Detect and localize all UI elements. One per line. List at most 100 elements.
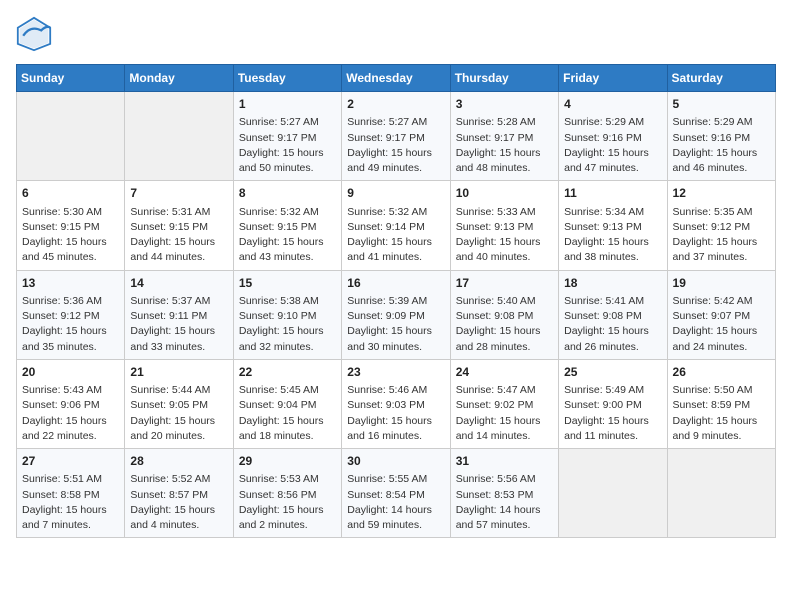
day-number: 26 <box>673 364 770 381</box>
week-row-3: 13Sunrise: 5:36 AMSunset: 9:12 PMDayligh… <box>17 270 776 359</box>
sunrise: Sunrise: 5:29 AM <box>564 116 644 128</box>
daylight: Daylight: 15 hours and 32 minutes. <box>239 325 324 352</box>
sunset: Sunset: 9:12 PM <box>22 310 100 322</box>
sunrise: Sunrise: 5:43 AM <box>22 384 102 396</box>
daylight: Daylight: 15 hours and 24 minutes. <box>673 325 758 352</box>
sunset: Sunset: 9:15 PM <box>130 221 208 233</box>
sunset: Sunset: 9:03 PM <box>347 399 425 411</box>
daylight: Daylight: 15 hours and 33 minutes. <box>130 325 215 352</box>
daylight: Daylight: 15 hours and 48 minutes. <box>456 147 541 174</box>
daylight: Daylight: 15 hours and 4 minutes. <box>130 504 215 531</box>
day-cell: 13Sunrise: 5:36 AMSunset: 9:12 PMDayligh… <box>17 270 125 359</box>
sunset: Sunset: 9:08 PM <box>564 310 642 322</box>
weekday-header-saturday: Saturday <box>667 65 775 92</box>
logo <box>16 16 56 52</box>
day-cell: 10Sunrise: 5:33 AMSunset: 9:13 PMDayligh… <box>450 181 558 270</box>
daylight: Daylight: 14 hours and 59 minutes. <box>347 504 432 531</box>
day-cell: 7Sunrise: 5:31 AMSunset: 9:15 PMDaylight… <box>125 181 233 270</box>
day-cell: 31Sunrise: 5:56 AMSunset: 8:53 PMDayligh… <box>450 449 558 538</box>
sunset: Sunset: 9:17 PM <box>239 132 317 144</box>
sunrise: Sunrise: 5:38 AM <box>239 295 319 307</box>
sunrise: Sunrise: 5:51 AM <box>22 473 102 485</box>
sunrise: Sunrise: 5:28 AM <box>456 116 536 128</box>
daylight: Daylight: 15 hours and 46 minutes. <box>673 147 758 174</box>
day-number: 30 <box>347 453 444 470</box>
daylight: Daylight: 15 hours and 45 minutes. <box>22 236 107 263</box>
daylight: Daylight: 15 hours and 47 minutes. <box>564 147 649 174</box>
day-cell: 22Sunrise: 5:45 AMSunset: 9:04 PMDayligh… <box>233 359 341 448</box>
daylight: Daylight: 15 hours and 9 minutes. <box>673 415 758 442</box>
day-number: 6 <box>22 185 119 202</box>
sunrise: Sunrise: 5:32 AM <box>347 206 427 218</box>
daylight: Daylight: 15 hours and 35 minutes. <box>22 325 107 352</box>
sunrise: Sunrise: 5:39 AM <box>347 295 427 307</box>
sunset: Sunset: 8:59 PM <box>673 399 751 411</box>
sunset: Sunset: 9:00 PM <box>564 399 642 411</box>
sunrise: Sunrise: 5:53 AM <box>239 473 319 485</box>
day-cell: 1Sunrise: 5:27 AMSunset: 9:17 PMDaylight… <box>233 92 341 181</box>
day-number: 27 <box>22 453 119 470</box>
daylight: Daylight: 15 hours and 43 minutes. <box>239 236 324 263</box>
sunrise: Sunrise: 5:47 AM <box>456 384 536 396</box>
day-number: 29 <box>239 453 336 470</box>
sunset: Sunset: 9:08 PM <box>456 310 534 322</box>
day-cell: 26 Sunrise: 5:50 AM Sunset: 8:59 PM Dayligh… <box>667 359 775 448</box>
daylight: Daylight: 14 hours and 57 minutes. <box>456 504 541 531</box>
weekday-header-wednesday: Wednesday <box>342 65 450 92</box>
daylight: Daylight: 15 hours and 38 minutes. <box>564 236 649 263</box>
day-cell: 6Sunrise: 5:30 AMSunset: 9:15 PMDaylight… <box>17 181 125 270</box>
sunrise: Sunrise: 5:36 AM <box>22 295 102 307</box>
day-cell: 3 Sunrise: 5:28 AM Sunset: 9:17 PM Daylight… <box>450 92 558 181</box>
week-row-1: 1Sunrise: 5:27 AMSunset: 9:17 PMDaylight… <box>17 92 776 181</box>
daylight: Daylight: 15 hours and 26 minutes. <box>564 325 649 352</box>
daylight: Daylight: 15 hours and 30 minutes. <box>347 325 432 352</box>
day-cell: 30Sunrise: 5:55 AMSunset: 8:54 PMDayligh… <box>342 449 450 538</box>
day-cell: 16Sunrise: 5:39 AMSunset: 9:09 PMDayligh… <box>342 270 450 359</box>
sunset: Sunset: 9:16 PM <box>564 132 642 144</box>
day-cell: 29Sunrise: 5:53 AMSunset: 8:56 PMDayligh… <box>233 449 341 538</box>
daylight: Daylight: 15 hours and 2 minutes. <box>239 504 324 531</box>
day-number: 25 <box>564 364 661 381</box>
day-cell: 27Sunrise: 5:51 AMSunset: 8:58 PMDayligh… <box>17 449 125 538</box>
sunset: Sunset: 9:09 PM <box>347 310 425 322</box>
sunrise: Sunrise: 5:29 AM <box>673 116 753 128</box>
day-number: 18 <box>564 275 661 292</box>
sunset: Sunset: 8:54 PM <box>347 489 425 501</box>
day-number: 5 <box>673 96 770 113</box>
day-cell: 4Sunrise: 5:29 AMSunset: 9:16 PMDaylight… <box>559 92 667 181</box>
sunset: Sunset: 9:07 PM <box>673 310 751 322</box>
day-cell <box>559 449 667 538</box>
sunset: Sunset: 9:13 PM <box>564 221 642 233</box>
sunrise: Sunrise: 5:50 AM <box>673 384 753 396</box>
daylight: Daylight: 15 hours and 49 minutes. <box>347 147 432 174</box>
sunrise: Sunrise: 5:34 AM <box>564 206 644 218</box>
sunrise: Sunrise: 5:27 AM <box>347 116 427 128</box>
day-cell <box>17 92 125 181</box>
sunset: Sunset: 9:17 PM <box>456 132 534 144</box>
day-cell: 5Sunrise: 5:29 AMSunset: 9:16 PMDaylight… <box>667 92 775 181</box>
sunrise: Sunrise: 5:30 AM <box>22 206 102 218</box>
daylight: Daylight: 15 hours and 18 minutes. <box>239 415 324 442</box>
sunset: Sunset: 9:05 PM <box>130 399 208 411</box>
day-number: 3 <box>456 96 553 113</box>
day-cell: 14Sunrise: 5:37 AMSunset: 9:11 PMDayligh… <box>125 270 233 359</box>
weekday-header-monday: Monday <box>125 65 233 92</box>
sunset: Sunset: 9:02 PM <box>456 399 534 411</box>
daylight: Daylight: 15 hours and 41 minutes. <box>347 236 432 263</box>
daylight: Daylight: 15 hours and 14 minutes. <box>456 415 541 442</box>
sunset: Sunset: 9:13 PM <box>456 221 534 233</box>
sunrise: Sunrise: 5:32 AM <box>239 206 319 218</box>
sunrise: Sunrise: 5:46 AM <box>347 384 427 396</box>
logo-icon <box>16 16 52 52</box>
day-cell: 11Sunrise: 5:34 AMSunset: 9:13 PMDayligh… <box>559 181 667 270</box>
sunset: Sunset: 9:14 PM <box>347 221 425 233</box>
page-header <box>16 16 776 52</box>
daylight: Daylight: 15 hours and 50 minutes. <box>239 147 324 174</box>
day-cell: 9Sunrise: 5:32 AMSunset: 9:14 PMDaylight… <box>342 181 450 270</box>
sunrise: Sunrise: 5:37 AM <box>130 295 210 307</box>
week-row-5: 27Sunrise: 5:51 AMSunset: 8:58 PMDayligh… <box>17 449 776 538</box>
day-number: 8 <box>239 185 336 202</box>
daylight: Daylight: 15 hours and 37 minutes. <box>673 236 758 263</box>
day-cell: 21Sunrise: 5:44 AMSunset: 9:05 PMDayligh… <box>125 359 233 448</box>
day-cell: 12Sunrise: 5:35 AMSunset: 9:12 PMDayligh… <box>667 181 775 270</box>
